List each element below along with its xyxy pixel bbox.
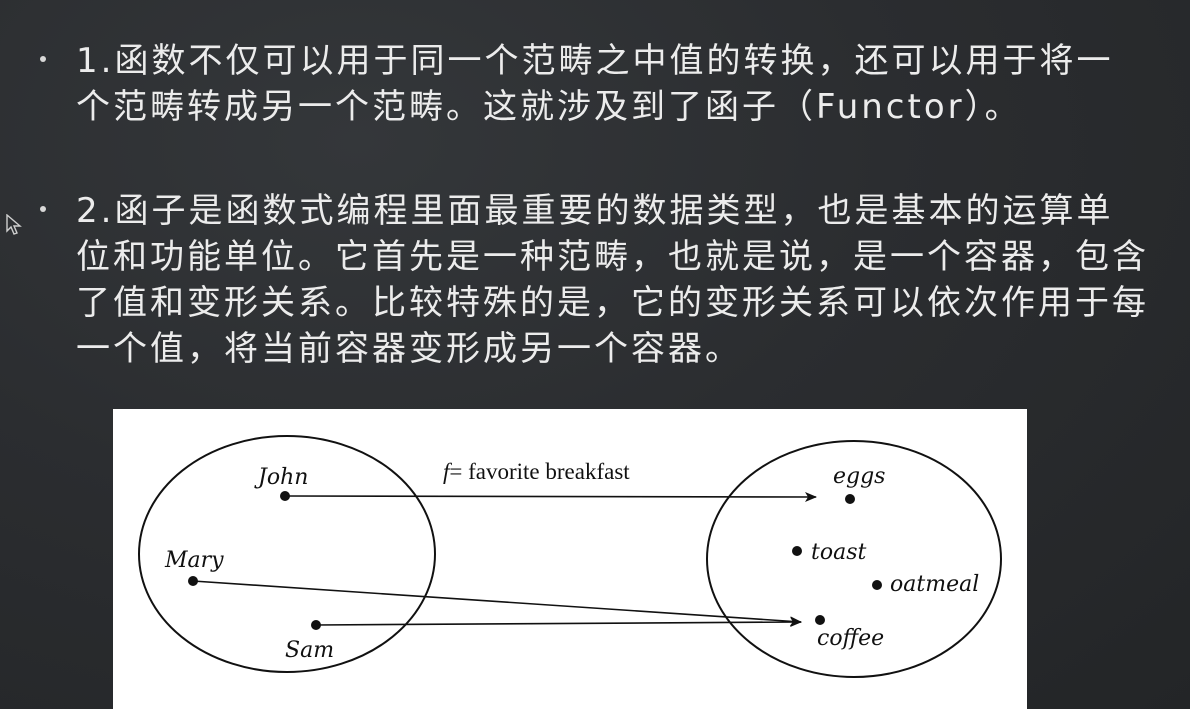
point-coffee (815, 615, 825, 625)
label-coffee: coffee (817, 626, 884, 651)
label-mary: Mary (164, 548, 224, 573)
bullet-2-text: 2.函子是函数式编程里面最重要的数据类型，也是基本的运算单位和功能单位。它首先是… (76, 191, 1149, 369)
point-sam (311, 620, 321, 630)
arrow-sam-coffee (315, 617, 802, 628)
bullet-dot (40, 56, 46, 62)
point-john (280, 491, 290, 501)
bullet-1: 1.函数不仅可以用于同一个范畴之中值的转换，还可以用于将一个范畴转成另一个范畴。… (40, 38, 1150, 130)
function-label: f= favorite breakfast (443, 459, 630, 484)
label-eggs: eggs (833, 464, 885, 489)
label-john: John (254, 465, 308, 490)
point-toast (792, 546, 802, 556)
mapping-svg: f= favorite breakfast John Mary Sam eggs… (138, 435, 1002, 678)
label-sam: Sam (285, 638, 334, 663)
label-oatmeal: oatmeal (890, 572, 979, 597)
arrow-mary-coffee (192, 580, 802, 627)
bullet-2: 2.函子是函数式编程里面最重要的数据类型，也是基本的运算单位和功能单位。它首先是… (40, 188, 1150, 372)
arrow-john-eggs (284, 491, 817, 502)
slide: 1.函数不仅可以用于同一个范畴之中值的转换，还可以用于将一个范畴转成另一个范畴。… (0, 0, 1190, 709)
point-oatmeal (872, 580, 882, 590)
mouse-pointer-icon (6, 214, 22, 235)
bullet-dot (40, 206, 46, 212)
functor-mapping-diagram: f= favorite breakfast John Mary Sam eggs… (113, 409, 1027, 709)
bullet-1-text: 1.函数不仅可以用于同一个范畴之中值的转换，还可以用于将一个范畴转成另一个范畴。… (76, 41, 1114, 127)
point-mary (188, 576, 198, 586)
point-eggs (845, 494, 855, 504)
function-label-rest: = favorite breakfast (449, 459, 630, 484)
label-toast: toast (811, 540, 866, 565)
